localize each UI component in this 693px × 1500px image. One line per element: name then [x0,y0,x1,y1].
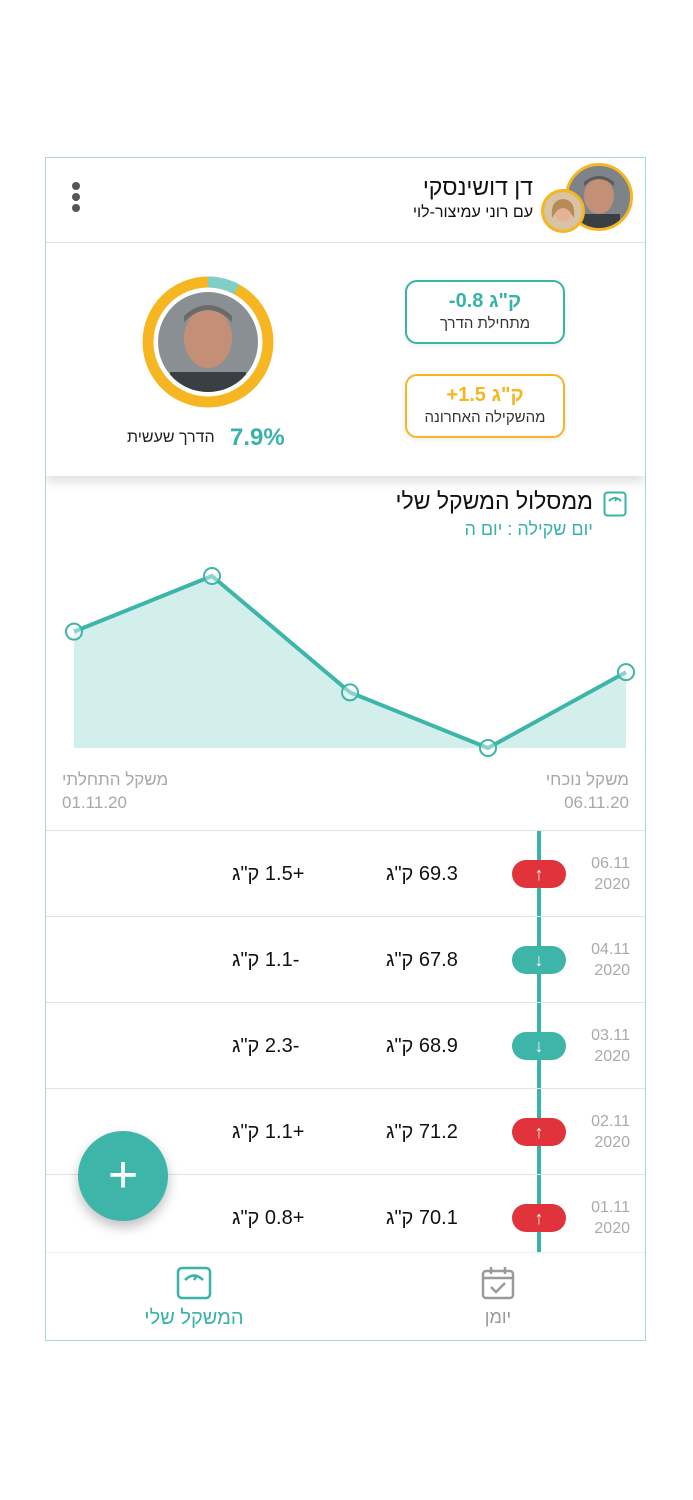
app-frame: דן דושינסקי עם רוני עמיצור-לוי 7.9% הדרך… [45,157,646,1341]
coach-line: עם רוני עמיצור-לוי [412,204,533,221]
history-diff: -2.3 ק"ג [232,1035,300,1057]
current-weight-label: משקל נוכחי [545,770,629,789]
current-weight-caption: משקל נוכחי 06.11.20 [546,768,629,814]
history-date: 03.11 2020 [591,1027,630,1065]
history-diff: +0.8 ק"ג [232,1207,305,1229]
chart-point[interactable] [617,663,635,682]
chart-point[interactable] [341,683,359,702]
history-weight: 67.8 ק"ג [386,949,458,971]
from-start-value: -0.8 ק"ג [448,290,522,312]
app-header: דן דושינסקי עם רוני עמיצור-לוי [46,158,645,243]
arrow-up-icon: ↑ [512,1118,566,1146]
current-weight-date: 06.11.20 [564,793,629,812]
history-weight: 68.9 ק"ג [386,1035,458,1057]
nav-my-weight[interactable]: המשקל שלי [114,1265,274,1330]
from-last-label: מהשקילה האחרונה [424,409,546,426]
coach-avatar[interactable] [541,189,585,233]
from-start-card: -0.8 ק"ג מתחילת הדרך [405,280,565,344]
history-weight: 69.3 ק"ג [386,863,458,885]
weigh-day: יום שקילה : יום ה [464,519,593,539]
arrow-up-icon: ↑ [512,1204,566,1232]
dot-icon [72,182,80,190]
nav-diary[interactable]: יומן [418,1265,578,1328]
initial-weight-date: 01.11.20 [62,793,127,812]
chart-point[interactable] [203,567,221,585]
history-date: 01.11 2020 [591,1199,630,1237]
history-row[interactable]: 04.11 2020 ↓ 67.8 ק"ג -1.1 ק"ג [46,916,645,1003]
scale-icon [176,1266,212,1300]
from-last-value: +1.5 ק"ג [446,384,524,406]
nav-my-weight-label: המשקל שלי [144,1307,244,1329]
weight-chart [65,567,635,757]
initial-weight-label: משקל התחלתי [62,770,169,789]
history-row[interactable]: 06.11 2020 ↑ 69.3 ק"ג +1.5 ק"ג [46,830,645,917]
history-row[interactable]: 03.11 2020 ↓ 68.9 ק"ג -2.3 ק"ג [46,1002,645,1089]
calendar-check-icon [481,1267,515,1300]
nav-diary-label: יומן [484,1307,512,1327]
chart-title: ממסלול המשקל שלי [395,488,593,514]
history-date: 04.11 2020 [591,941,630,979]
from-start-label: מתחילת הדרך [439,315,530,332]
from-last-card: +1.5 ק"ג מהשקילה האחרונה [405,374,565,438]
chart-point[interactable] [479,739,497,757]
progress-ring [142,276,274,408]
dot-icon [72,204,80,212]
chart-point[interactable] [65,622,83,641]
progress-percent: 7.9% [230,424,285,451]
dot-icon [72,193,80,201]
history-diff: +1.5 ק"ג [232,863,305,885]
chart-area [74,576,626,748]
bottom-nav: המשקל שלי יומן [46,1252,645,1340]
initial-weight-caption: משקל התחלתי 01.11.20 [62,768,168,814]
history-date: 06.11 2020 [591,855,630,893]
progress-photo [158,292,258,392]
history-diff: +1.1 ק"ג [232,1121,305,1143]
history-weight: 70.1 ק"ג [386,1207,458,1229]
progress-label: הדרך שעשית [127,429,215,446]
more-menu-button[interactable] [66,180,86,220]
history-diff: -1.1 ק"ג [232,949,300,971]
arrow-down-icon: ↓ [512,946,566,974]
scale-icon [603,491,627,517]
user-name: דן דושינסקי [422,174,533,200]
history-weight: 71.2 ק"ג [386,1121,458,1143]
arrow-up-icon: ↑ [512,860,566,888]
add-weight-button[interactable]: + [78,1131,168,1221]
arrow-down-icon: ↓ [512,1032,566,1060]
history-date: 02.11 2020 [591,1113,630,1151]
